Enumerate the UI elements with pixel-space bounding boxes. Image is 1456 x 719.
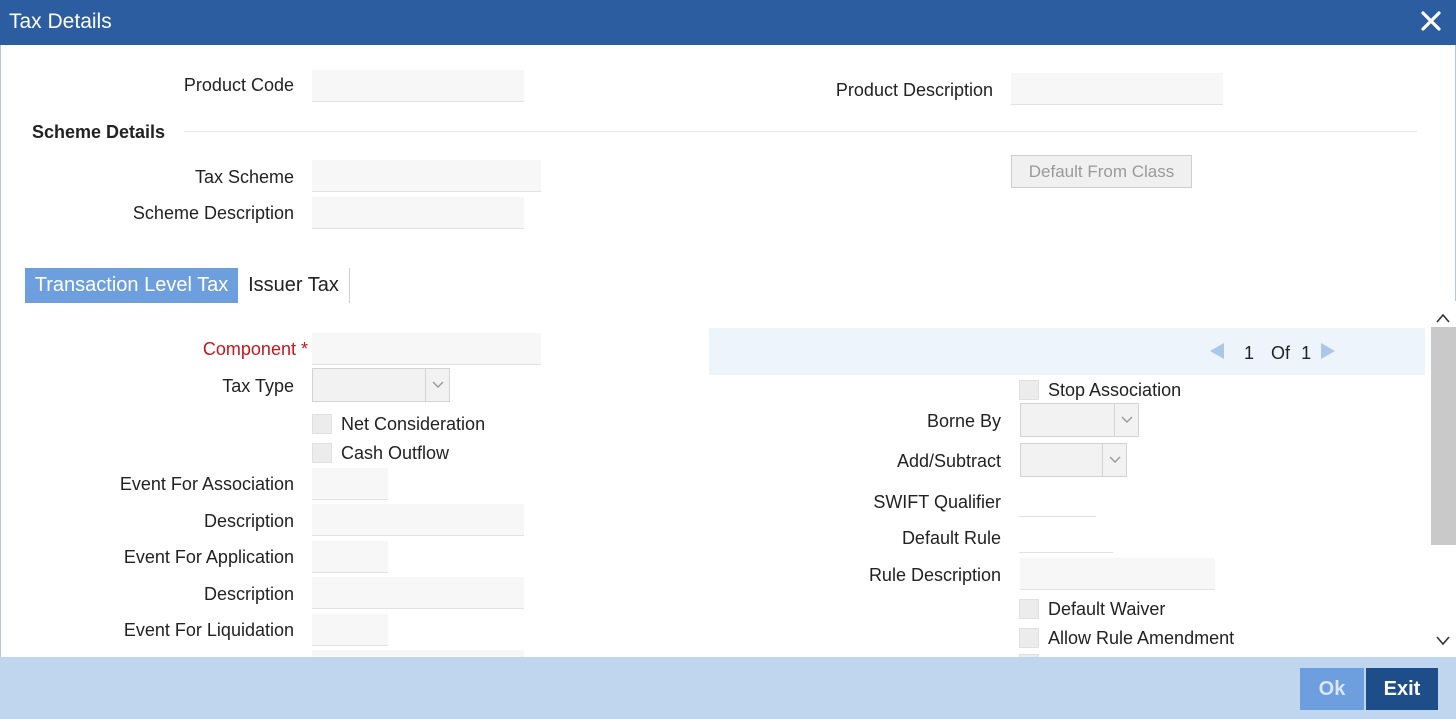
record-pager: 1 Of 1 [1209, 342, 1336, 365]
dialog-body: Product Code Product Description Scheme … [0, 45, 1456, 657]
borne-by-label: Borne By [926, 411, 1001, 431]
default-waiver-label: Default Waiver [1048, 599, 1166, 619]
window-title: Tax Details [9, 10, 112, 33]
tax-scheme-input[interactable] [312, 160, 541, 192]
swift-qualifier-input[interactable] [1019, 485, 1096, 517]
add-subtract-select[interactable] [1020, 443, 1127, 477]
ok-button[interactable]: Ok [1300, 668, 1364, 710]
product-description-input[interactable] [1011, 73, 1223, 105]
description-label: Description [203, 511, 294, 531]
liquidation-description-input[interactable] [312, 650, 524, 657]
scroll-up-icon[interactable] [1436, 307, 1450, 328]
event-for-application-input[interactable] [312, 541, 388, 573]
pager-of-label: Of [1271, 343, 1291, 363]
tab-issuer-tax[interactable]: Issuer Tax [238, 268, 350, 303]
component-label: Component * [202, 339, 308, 359]
product-code-input[interactable] [312, 70, 524, 102]
pager-current: 1 [1244, 343, 1255, 363]
pager-bar: 1 Of 1 [709, 328, 1425, 375]
tax-scheme-label: Tax Scheme [194, 167, 294, 187]
previous-record-icon[interactable] [1209, 342, 1225, 365]
chevron-down-icon [425, 369, 449, 401]
cash-outflow-label: Cash Outflow [341, 443, 450, 463]
event-for-association-input[interactable] [312, 468, 388, 500]
tab-transaction-level-tax[interactable]: Transaction Level Tax [25, 268, 238, 303]
event-for-liquidation-input[interactable] [312, 614, 388, 646]
borne-by-select[interactable] [1020, 403, 1139, 437]
add-subtract-label: Add/Subtract [896, 451, 1001, 471]
scheme-description-label: Scheme Description [132, 203, 294, 223]
exit-button[interactable]: Exit [1366, 668, 1438, 710]
scheme-details-heading: Scheme Details [32, 122, 166, 142]
swift-qualifier-label: SWIFT Qualifier [873, 492, 1001, 512]
allow-rule-amendment-checkbox[interactable] [1019, 628, 1039, 648]
event-for-association-label: Event For Association [119, 474, 294, 494]
vertical-scrollbar[interactable] [1431, 301, 1456, 657]
default-waiver-checkbox[interactable] [1019, 599, 1039, 619]
stop-association-checkbox[interactable] [1019, 380, 1039, 400]
default-from-class-button[interactable]: Default From Class [1011, 155, 1192, 188]
tax-type-select[interactable] [312, 368, 450, 402]
scrollbar-thumb[interactable] [1431, 327, 1456, 545]
dialog-footer: Ok Exit [0, 657, 1456, 719]
association-description-input[interactable] [312, 504, 524, 536]
chevron-down-icon [1102, 444, 1126, 476]
allow-rule-amendment-label: Allow Rule Amendment [1048, 628, 1235, 648]
event-for-application-label: Event For Application [123, 547, 294, 567]
event-for-liquidation-label: Event For Liquidation [123, 620, 294, 640]
default-rule-label: Default Rule [901, 528, 1001, 548]
product-code-label: Product Code [183, 75, 294, 95]
description-label: Description [203, 584, 294, 604]
next-record-icon[interactable] [1320, 342, 1336, 365]
cash-outflow-checkbox[interactable] [312, 443, 332, 463]
product-description-label: Product Description [835, 80, 993, 100]
pager-total: 1 [1301, 343, 1312, 363]
component-input[interactable] [312, 333, 541, 365]
rule-description-label: Rule Description [868, 565, 1001, 585]
rule-description-input[interactable] [1020, 558, 1215, 590]
tax-type-label: Tax Type [222, 376, 294, 396]
required-marker: * [300, 339, 308, 359]
close-icon[interactable] [1418, 8, 1444, 34]
application-description-input[interactable] [312, 577, 524, 609]
scroll-down-icon[interactable] [1436, 630, 1450, 651]
scheme-description-input[interactable] [312, 197, 524, 229]
default-rule-input[interactable] [1019, 521, 1113, 553]
title-bar: Tax Details [0, 0, 1456, 45]
net-consideration-label: Net Consideration [341, 414, 486, 434]
section-divider [184, 131, 1417, 132]
chevron-down-icon [1114, 404, 1138, 436]
stop-association-label: Stop Association [1048, 380, 1182, 400]
net-consideration-checkbox[interactable] [312, 414, 332, 434]
